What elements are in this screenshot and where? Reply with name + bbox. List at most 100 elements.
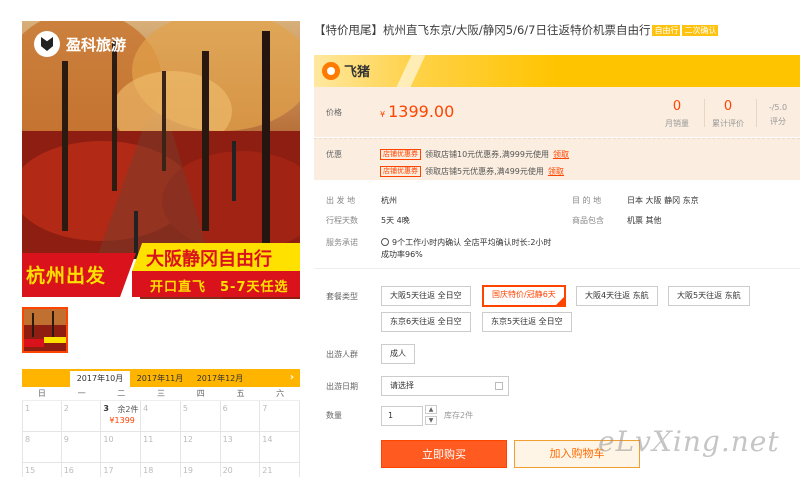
stat-value: -/5.0 <box>768 103 788 112</box>
package-label: 套餐类型 <box>326 292 358 301</box>
fliggy-icon <box>322 61 340 80</box>
watermark: eLvXing.net <box>598 425 780 458</box>
calendar-day: 18 <box>141 463 181 477</box>
calendar-day-number: 4 <box>143 404 149 413</box>
calendar-day: 6 <box>220 401 261 432</box>
calendar-day: 2 <box>61 401 102 432</box>
platform-name: 飞猪 <box>344 65 371 80</box>
calendar-day-number: 14 <box>262 435 273 444</box>
package-option[interactable]: 大阪4天往返 东航 <box>576 286 658 306</box>
package-option-selected[interactable]: 国庆特价/冠静6天 <box>482 285 566 307</box>
info-value: 日本 大阪 静冈 东京 <box>627 196 699 205</box>
banner-departure: 杭州出发 <box>22 253 136 297</box>
stat-label: 评分 <box>770 117 786 126</box>
weekday-label: 三 <box>157 389 166 398</box>
calendar-day: 13 <box>220 432 261 463</box>
calendar-tab-month-1[interactable]: 2017年10月 <box>70 371 130 387</box>
calendar-day: 1 <box>22 401 62 432</box>
calendar-day-number: 2 <box>63 404 69 413</box>
calendar-tab-month-3[interactable]: 2017年12月 <box>190 371 250 387</box>
stat-rating: -/5.0 评分 <box>757 99 799 127</box>
weekday-label: 六 <box>276 389 285 398</box>
calendar-day: 10 <box>101 432 142 463</box>
calendar-day: 11 <box>141 432 181 463</box>
calendar-icon[interactable] <box>495 382 503 390</box>
calendar-day: 21 <box>260 463 300 477</box>
info-departure: 出 发 地 杭州 <box>326 195 397 206</box>
product-title: 【特价甩尾】杭州直飞东京/大阪/静冈5/6/7日往返特价机票自由行 自由行 二次确认 <box>314 22 719 38</box>
price-panel: 价格 ¥1399.00 0 月销量 0 累计评价 -/5.0 评分 <box>314 87 800 137</box>
calendar-day-stock: 余2件 <box>117 405 139 414</box>
weekday-label: 五 <box>236 389 245 398</box>
calendar-day-number: 15 <box>25 466 36 475</box>
package-option[interactable]: 大阪5天往返 东航 <box>668 286 750 306</box>
package-option[interactable]: 东京5天往返 全日空 <box>482 312 572 332</box>
calendar-day-number: 16 <box>63 466 74 475</box>
weekday-label: 四 <box>196 389 205 398</box>
coupon-label: 优惠 <box>326 150 342 159</box>
coupon-claim-link[interactable]: 领取 <box>553 149 569 160</box>
divider <box>314 268 800 269</box>
currency-symbol: ¥ <box>380 110 386 119</box>
quantity-input[interactable]: 1 <box>381 406 423 426</box>
stat-monthly-sales: 0 月销量 <box>652 99 702 129</box>
banner-stripe <box>396 55 426 87</box>
calendar-day-number: 6 <box>222 404 228 413</box>
calendar-day: 15 <box>22 463 62 477</box>
info-value: 成功率96% <box>381 250 423 259</box>
brand-name: 盈科旅游 <box>66 35 127 54</box>
banner-departure-text: 杭州出发 <box>26 265 107 287</box>
stat-value: 0 <box>723 99 733 114</box>
quantity-decrease-icon[interactable]: ▼ <box>425 416 437 425</box>
quantity-increase-icon[interactable]: ▲ <box>425 405 437 414</box>
stat-reviews[interactable]: 0 累计评价 <box>703 99 753 129</box>
departure-calendar: 2017年10月 2017年11月 2017年12月 › 日 一 二 三 四 五… <box>22 369 300 477</box>
calendar-day-number: 3 <box>103 404 109 413</box>
calendar-day-number: 8 <box>25 435 31 444</box>
info-label: 商品包含 <box>572 216 604 225</box>
calendar-day-available[interactable]: 3 余2件 ¥1399 <box>101 401 142 432</box>
stat-value: 0 <box>672 99 682 114</box>
calendar-day: 20 <box>221 463 261 477</box>
banner-subtitle-text: 开口直飞 5-7天任选 <box>150 280 289 295</box>
calendar-day-number: 13 <box>222 435 233 444</box>
buy-now-button[interactable]: 立即购买 <box>381 440 507 468</box>
info-destination: 目 的 地 日本 大阪 静冈 东京 <box>572 195 699 206</box>
calendar-day: 16 <box>62 463 102 477</box>
coupon-tag: 店铺优惠券 <box>380 149 421 160</box>
price-label: 价格 <box>326 108 342 117</box>
info-promise-rate: 成功率96% <box>381 249 423 260</box>
calendar-day-number: 1 <box>25 404 31 413</box>
package-option[interactable]: 大阪5天往返 全日空 <box>381 286 471 306</box>
coupon-panel: 优惠 店铺优惠券 领取店铺10元优惠券,满999元使用 领取 店铺优惠券 领取店… <box>314 138 800 180</box>
calendar-day: 7 <box>260 401 300 432</box>
calendar-tab-month-2[interactable]: 2017年11月 <box>130 371 190 387</box>
coupon-claim-link[interactable]: 领取 <box>548 166 564 177</box>
package-option[interactable]: 东京6天往返 全日空 <box>381 312 471 332</box>
calendar-day-number: 12 <box>182 435 194 444</box>
stock-text: 库存2件 <box>444 411 474 420</box>
brand-logo-icon <box>34 31 60 57</box>
info-value: 机票 其他 <box>627 216 662 225</box>
info-label: 出 发 地 <box>326 196 356 205</box>
calendar-day-number: 11 <box>143 435 154 444</box>
product-title-text: 【特价甩尾】杭州直飞东京/大阪/静冈5/6/7日往返特价机票自由行 <box>314 23 651 37</box>
people-option[interactable]: 成人 <box>381 344 415 364</box>
banner-destination: 大阪静冈自由行 <box>132 243 300 271</box>
travel-date-input[interactable]: 请选择 <box>381 376 509 396</box>
coupon-item: 店铺优惠券 领取店铺10元优惠券,满999元使用 领取 <box>380 149 569 160</box>
travel-date-label: 出游日期 <box>326 382 358 391</box>
calendar-next-icon[interactable]: › <box>290 372 294 383</box>
stat-label: 月销量 <box>665 119 689 128</box>
calendar-day-number: 9 <box>63 435 69 444</box>
info-label: 行程天数 <box>326 216 358 225</box>
thumbnail-photo <box>24 309 66 351</box>
calendar-day: 5 <box>180 401 221 432</box>
banner-subtitle: 开口直飞 5-7天任选 <box>132 271 300 297</box>
info-duration: 行程天数 5天 4晚 <box>326 215 410 226</box>
product-thumbnail[interactable] <box>22 307 68 353</box>
calendar-day-number: 7 <box>262 404 268 413</box>
platform-banner: 飞猪 <box>314 55 800 87</box>
weekday-label: 二 <box>117 389 126 398</box>
calendar-month-tabs: 2017年10月 2017年11月 2017年12月 › <box>22 369 300 387</box>
